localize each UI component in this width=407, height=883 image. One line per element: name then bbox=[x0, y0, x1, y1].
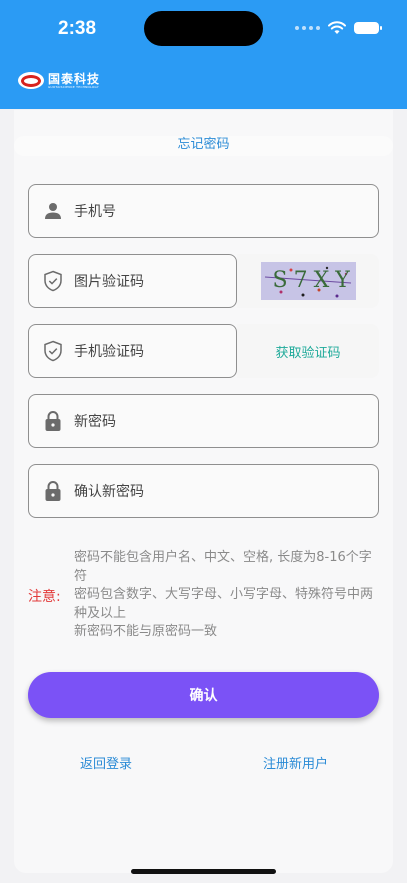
status-icons bbox=[295, 18, 382, 38]
back-to-login-link[interactable]: 返回登录 bbox=[80, 753, 132, 772]
phone-field[interactable]: 手机号 bbox=[28, 184, 379, 238]
lock-icon bbox=[42, 480, 64, 502]
brand-logo: 国泰科技 GUOTAISCIENCE TECHNOLOGY bbox=[18, 72, 100, 89]
logo-mark-icon bbox=[18, 72, 44, 89]
app-header: 2:38 国泰科技 GUOTAISCIENCE TECHNOLOGY bbox=[0, 0, 407, 109]
captcha-box[interactable]: S7XY bbox=[237, 254, 379, 308]
confirm-button[interactable]: 确认 bbox=[28, 672, 379, 718]
confirm-password-field[interactable]: 确认新密码 bbox=[28, 464, 379, 518]
sms-code-placeholder: 手机验证码 bbox=[74, 344, 144, 360]
captcha-text: S7XY bbox=[272, 268, 356, 293]
register-link[interactable]: 注册新用户 bbox=[263, 753, 328, 772]
image-code-placeholder: 图片验证码 bbox=[74, 274, 144, 290]
sms-code-field[interactable]: 手机验证码 bbox=[28, 324, 237, 378]
home-indicator bbox=[131, 869, 276, 874]
shield-icon bbox=[42, 340, 64, 362]
page-title: 忘记密码 bbox=[14, 136, 393, 156]
shield-icon bbox=[42, 270, 64, 292]
user-icon bbox=[42, 200, 64, 222]
brand-name-en: GUOTAISCIENCE TECHNOLOGY bbox=[48, 84, 99, 89]
notice-text: 密码不能包含用户名、中文、空格, 长度为8-16个字符 密码包含数字、大写字母、… bbox=[74, 549, 379, 642]
notice-line: 密码包含数字、大写字母、小写字母、特殊符号中两种及以上 bbox=[74, 587, 374, 621]
notice-line: 密码不能包含用户名、中文、空格, 长度为8-16个字符 bbox=[74, 550, 372, 584]
signal-icon bbox=[295, 26, 320, 30]
get-code-button[interactable]: 获取验证码 bbox=[275, 342, 340, 361]
lock-icon bbox=[42, 410, 64, 432]
phone-placeholder: 手机号 bbox=[74, 204, 116, 220]
wifi-icon bbox=[328, 21, 346, 34]
brand-name-cn: 国泰科技 bbox=[48, 71, 101, 86]
battery-icon bbox=[354, 22, 382, 34]
image-code-field[interactable]: 图片验证码 bbox=[28, 254, 237, 308]
new-password-field[interactable]: 新密码 bbox=[28, 394, 379, 448]
notice-line: 新密码不能与原密码一致 bbox=[74, 624, 218, 639]
status-time: 2:38 bbox=[58, 18, 97, 39]
get-code-box[interactable]: 获取验证码 bbox=[237, 324, 379, 378]
notice-label: 注意: bbox=[28, 589, 61, 605]
new-password-placeholder: 新密码 bbox=[74, 414, 116, 430]
dynamic-island bbox=[144, 11, 263, 46]
confirm-password-placeholder: 确认新密码 bbox=[74, 484, 144, 500]
captcha-image[interactable]: S7XY bbox=[260, 262, 356, 300]
